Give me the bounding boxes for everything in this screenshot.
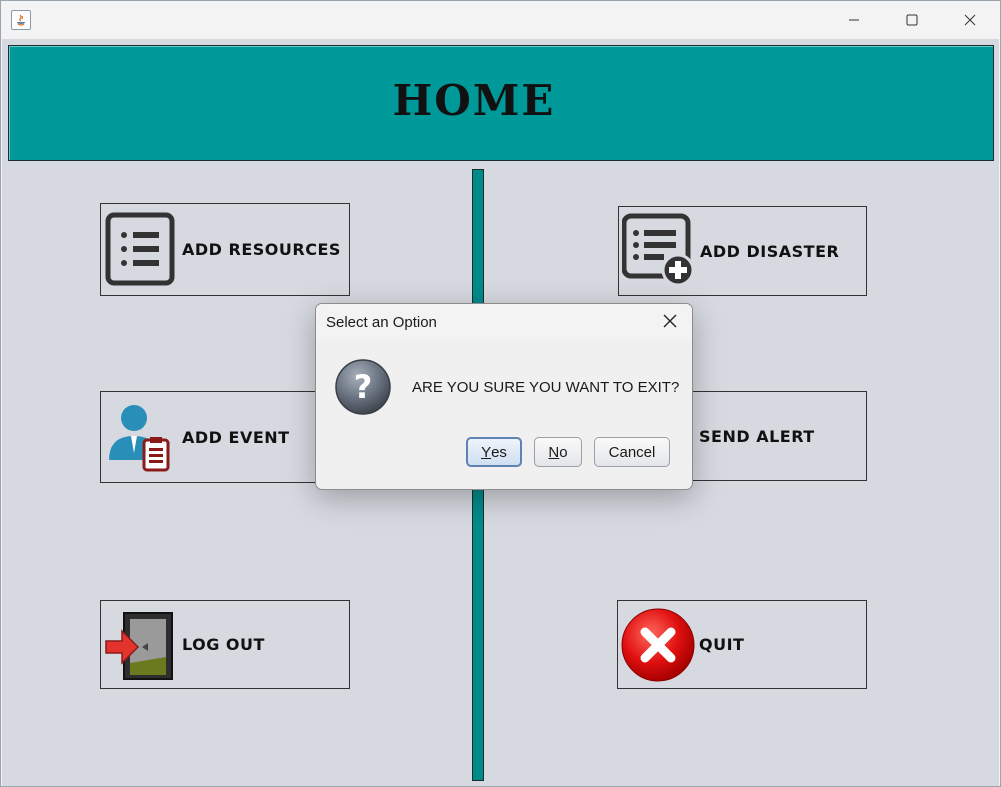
dialog-title-bar[interactable]: Select an Option (316, 304, 692, 340)
quit-button[interactable]: QUIT (617, 600, 867, 689)
send-alert-label: SEND ALERT (699, 426, 815, 446)
dialog-message: ARE YOU SURE YOU WANT TO EXIT? (412, 379, 680, 396)
add-event-button[interactable]: ADD EVENT (100, 391, 350, 483)
maximize-icon (906, 11, 918, 30)
add-event-label: ADD EVENT (182, 427, 290, 447)
java-app-icon (11, 10, 31, 30)
no-mnemonic: N (548, 443, 560, 461)
close-icon (964, 11, 976, 30)
add-disaster-button[interactable]: ADD DISASTER (618, 206, 867, 296)
quit-label: QUIT (699, 635, 745, 654)
list-icon (104, 210, 176, 286)
red-x-icon (621, 607, 695, 683)
exit-confirmation-dialog: Select an Option ? ARE YOU SURE YOU WANT… (315, 303, 693, 490)
close-button[interactable] (941, 1, 999, 39)
yes-mnemonic: Y (481, 443, 492, 461)
yes-button[interactable]: Yes (466, 437, 522, 467)
add-disaster-label: ADD DISASTER (700, 241, 840, 261)
svg-text:?: ? (354, 368, 373, 406)
dialog-close-button[interactable] (656, 310, 684, 334)
app-window: HOME ADD RESOURCES ADD DISASTER ADD EVEN… (0, 0, 1001, 787)
header-banner: HOME (8, 45, 994, 161)
minimize-icon (848, 11, 860, 30)
list-add-icon (621, 213, 695, 289)
log-out-label: LOG OUT (182, 635, 265, 654)
add-resources-label: ADD RESOURCES (182, 240, 341, 259)
cancel-button[interactable]: Cancel (594, 437, 670, 467)
exit-door-icon (104, 607, 176, 683)
title-bar[interactable] (1, 1, 1000, 39)
minimize-button[interactable] (825, 1, 883, 39)
yes-label-rest: es (491, 443, 507, 461)
log-out-button[interactable]: LOG OUT (100, 600, 350, 689)
user-clipboard-icon (104, 398, 176, 474)
no-button[interactable]: No (534, 437, 582, 467)
maximize-button[interactable] (883, 1, 941, 39)
close-icon (663, 313, 677, 332)
add-resources-button[interactable]: ADD RESOURCES (100, 203, 350, 296)
question-icon: ? (334, 358, 392, 416)
dialog-title: Select an Option (326, 314, 437, 331)
no-label-rest: o (559, 443, 568, 461)
page-title: HOME (392, 76, 556, 125)
